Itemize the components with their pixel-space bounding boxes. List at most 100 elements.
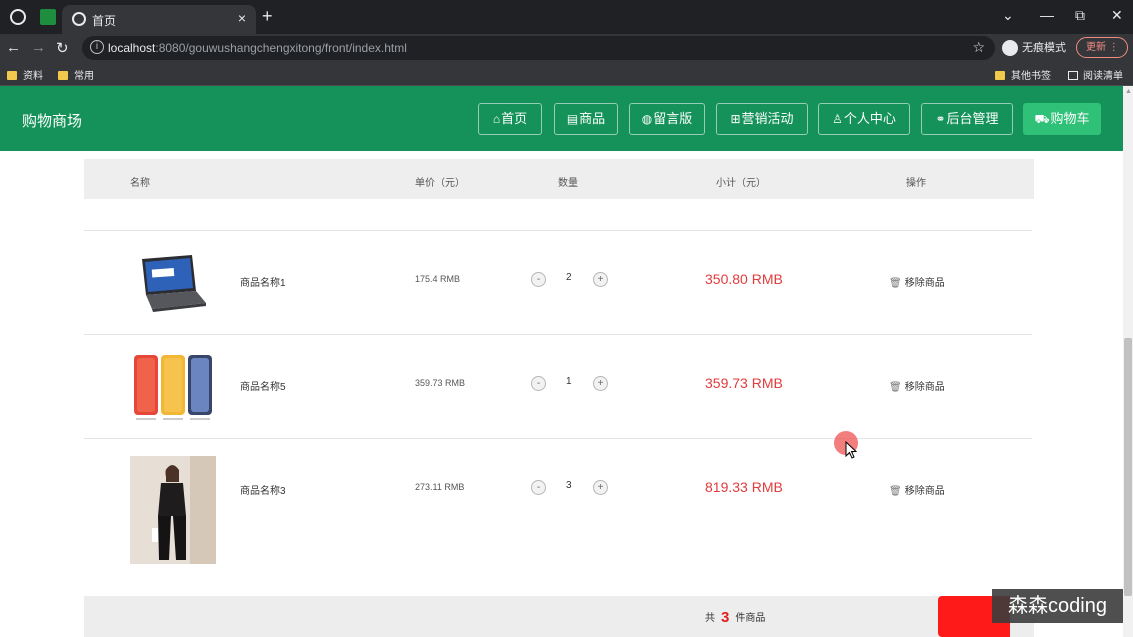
nav-label: 营销活动 xyxy=(741,111,794,126)
increase-quantity-button[interactable]: + xyxy=(593,480,608,495)
update-label: 更新 xyxy=(1086,42,1106,53)
increase-quantity-button[interactable]: + xyxy=(593,376,608,391)
back-icon[interactable]: ← xyxy=(6,39,21,56)
decrease-quantity-button[interactable]: - xyxy=(531,480,546,495)
incognito-icon xyxy=(1002,40,1018,57)
decrease-quantity-button[interactable]: - xyxy=(531,376,546,391)
update-button[interactable]: 更新 ⋮ xyxy=(1076,37,1128,58)
phones-image xyxy=(134,355,212,420)
bookmark-label: 其他书签 xyxy=(1011,71,1051,82)
increase-quantity-button[interactable]: + xyxy=(593,272,608,287)
remove-item-button[interactable]: 🗑 移除商品 xyxy=(889,378,945,393)
nav-label: 个人中心 xyxy=(843,111,896,126)
bookmark-star-icon[interactable]: ☆ xyxy=(972,39,985,56)
nav-label: 首页 xyxy=(501,111,528,126)
nav-products[interactable]: ▤商品 xyxy=(554,103,618,135)
reading-list-label: 阅读清单 xyxy=(1083,71,1123,82)
bookmark-folder-other[interactable]: 其他书签 xyxy=(995,67,1051,82)
page-scrollbar[interactable]: ▲ xyxy=(1123,86,1133,637)
site-header: 购物商场 ⌂首页 ▤商品 ◍留言版 ⊞营销活动 ♙个人中心 ⚭后台管理 ⛟购物车 xyxy=(0,86,1133,151)
reading-list[interactable]: 阅读清单 xyxy=(1068,67,1123,82)
suit-model-image xyxy=(130,456,216,564)
incognito-label: 无痕模式 xyxy=(1022,42,1066,54)
nav-marketing[interactable]: ⊞营销活动 xyxy=(716,103,808,135)
forward-icon[interactable]: → xyxy=(31,39,46,56)
nav-messages[interactable]: ◍留言版 xyxy=(629,103,705,135)
unit-price: 273.11 RMB xyxy=(415,482,465,492)
link-icon: ⚭ xyxy=(935,112,946,126)
item-count-summary: 共 3 件商品 xyxy=(705,609,765,626)
product-name[interactable]: 商品名称5 xyxy=(240,378,286,393)
folder-icon xyxy=(58,71,68,80)
gift-icon: ⊞ xyxy=(730,112,741,126)
bookmark-folder-changyong[interactable]: 常用 xyxy=(58,67,94,82)
header-subtotal: 小计（元） xyxy=(716,178,766,189)
nav-admin[interactable]: ⚭后台管理 xyxy=(921,103,1013,135)
remove-item-button[interactable]: 🗑 移除商品 xyxy=(889,482,945,497)
header-quantity: 数量 xyxy=(558,178,578,189)
product-name[interactable]: 商品名称1 xyxy=(240,274,286,289)
minimize-icon[interactable]: — xyxy=(1040,7,1054,23)
remove-label: 移除商品 xyxy=(904,278,945,289)
browser-tab-strip: 首页 × + ⌄ — ⧉ ✕ xyxy=(0,0,1133,34)
cart-item: 商品名称3 273.11 RMB - 3 + 819.33 RMB 🗑 移除商品 xyxy=(84,439,1032,564)
header-unit-price: 单价（元） xyxy=(415,178,465,189)
reload-icon[interactable]: ↻ xyxy=(56,39,69,57)
url-field[interactable]: i localhost:8080/gouwushangchengxitong/f… xyxy=(82,36,995,60)
cart-footer: 共 3 件商品 xyxy=(84,596,1034,637)
quantity-value: 3 xyxy=(566,480,572,491)
cart-item: 商品名称1 175.4 RMB - 2 + 350.80 RMB 🗑 移除商品 xyxy=(84,231,1032,335)
scrollbar-thumb[interactable] xyxy=(1124,338,1132,596)
active-tab[interactable]: 首页 × xyxy=(62,5,256,34)
remove-label: 移除商品 xyxy=(904,382,945,393)
header-action: 操作 xyxy=(906,178,926,189)
restore-icon[interactable]: ⧉ xyxy=(1075,7,1085,24)
scroll-up-icon[interactable]: ▲ xyxy=(1125,88,1132,95)
calendar-icon: ▤ xyxy=(566,112,579,126)
item-subtotal: 819.33 RMB xyxy=(705,479,783,495)
bookmarks-bar: 资料 常用 其他书签 阅读清单 xyxy=(0,62,1133,86)
tab-close-icon[interactable]: × xyxy=(238,10,246,26)
laptop-image xyxy=(142,255,206,312)
folder-icon xyxy=(995,71,1005,80)
nav-cart[interactable]: ⛟购物车 xyxy=(1023,103,1101,135)
decrease-quantity-button[interactable]: - xyxy=(531,272,546,287)
header-name: 名称 xyxy=(130,178,150,189)
sheets-tab-icon[interactable] xyxy=(40,9,56,25)
product-name[interactable]: 商品名称3 xyxy=(240,482,286,497)
reading-list-icon xyxy=(1068,71,1078,80)
nav-label: 商品 xyxy=(579,111,606,126)
unit-price: 175.4 RMB xyxy=(415,274,461,284)
site-info-icon[interactable]: i xyxy=(90,40,104,54)
tab-search-icon[interactable]: ⌄ xyxy=(1002,7,1014,24)
folder-icon xyxy=(7,71,17,80)
trash-icon: 🗑 xyxy=(889,486,902,497)
remove-item-button[interactable]: 🗑 移除商品 xyxy=(889,274,945,289)
nav-label: 留言版 xyxy=(653,111,693,126)
quantity-value: 2 xyxy=(566,272,572,283)
user-icon: ♙ xyxy=(832,112,843,126)
incognito-indicator[interactable]: 无痕模式 xyxy=(1002,39,1066,57)
globe-icon xyxy=(72,12,86,26)
count-prefix: 共 xyxy=(705,613,715,624)
trash-icon: 🗑 xyxy=(889,382,902,393)
mouse-cursor-icon xyxy=(845,441,857,459)
nav-label: 后台管理 xyxy=(946,111,999,126)
url-path: :8080/gouwushangchengxitong/front/index.… xyxy=(155,41,407,55)
address-bar: ← → ↻ i localhost:8080/gouwushangchengxi… xyxy=(0,34,1133,62)
globe-icon: ◍ xyxy=(641,112,653,126)
tab-title: 首页 xyxy=(92,14,117,28)
count-suffix: 件商品 xyxy=(735,613,766,624)
nav-user-center[interactable]: ♙个人中心 xyxy=(818,103,910,135)
new-tab-button[interactable]: + xyxy=(262,6,273,27)
close-window-icon[interactable]: ✕ xyxy=(1111,7,1123,24)
globe-tab-icon[interactable] xyxy=(10,9,26,25)
nav-home[interactable]: ⌂首页 xyxy=(478,103,542,135)
nav-label: 购物车 xyxy=(1050,111,1090,126)
site-title: 购物商场 xyxy=(22,113,83,130)
remove-label: 移除商品 xyxy=(904,486,945,497)
bookmark-label: 资料 xyxy=(23,71,43,82)
bookmark-folder-ziliao[interactable]: 资料 xyxy=(7,67,43,82)
cart-item: 商品名称5 359.73 RMB - 1 + 359.73 RMB 🗑 移除商品 xyxy=(84,335,1032,439)
item-subtotal: 350.80 RMB xyxy=(705,271,783,287)
